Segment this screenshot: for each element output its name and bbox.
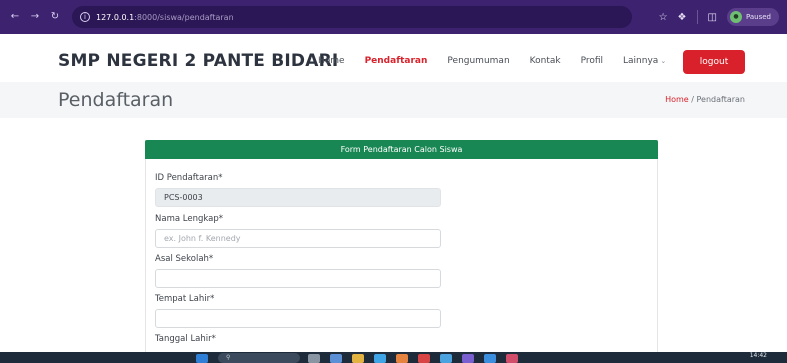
id-pendaftaran-label: ID Pendaftaran*: [155, 173, 223, 183]
browser-toolbar: ← → ↻ i 127.0.0.1:8000/siswa/pendaftaran…: [0, 0, 787, 34]
tempat-lahir-label: Tempat Lahir*: [155, 294, 215, 304]
breadcrumb-current: Pendaftaran: [696, 95, 746, 104]
form-header: Form Pendaftaran Calon Siswa: [145, 140, 658, 159]
url-path: :8000/siswa/pendaftaran: [134, 12, 234, 22]
taskbar-search[interactable]: ⚲: [218, 353, 300, 363]
start-menu-icon[interactable]: [196, 354, 208, 363]
toolbar-divider: [696, 10, 698, 24]
site-info-icon[interactable]: i: [80, 12, 90, 22]
app-icon[interactable]: [506, 354, 518, 363]
logout-button[interactable]: logout: [683, 50, 745, 74]
back-arrow-icon[interactable]: ←: [8, 10, 22, 24]
nama-lengkap-input[interactable]: [155, 229, 441, 248]
reload-icon[interactable]: ↻: [48, 10, 62, 24]
breadcrumb-separator: /: [691, 95, 694, 104]
page-title-bar: Pendaftaran Home / Pendaftaran: [0, 82, 787, 118]
browser-app-icon[interactable]: [462, 354, 474, 363]
site-header: SMP NEGERI 2 PANTE BIDARI Home Pendaftar…: [0, 40, 787, 86]
asal-sekolah-input[interactable]: [155, 269, 441, 288]
nav-pendaftaran[interactable]: Pendaftaran: [365, 56, 428, 66]
forward-arrow-icon[interactable]: →: [28, 10, 42, 24]
taskview-icon[interactable]: [308, 354, 320, 363]
page-title: Pendaftaran: [58, 89, 174, 111]
site-brand[interactable]: SMP NEGERI 2 PANTE BIDARI: [58, 51, 338, 71]
breadcrumb: Home / Pendaftaran: [665, 95, 745, 104]
os-taskbar: ⚲ 14:42: [0, 352, 787, 363]
app-icon[interactable]: [440, 354, 452, 363]
tempat-lahir-input[interactable]: [155, 309, 441, 328]
file-explorer-icon[interactable]: [352, 354, 364, 363]
profile-avatar-icon: ●: [729, 11, 742, 23]
nav-kontak[interactable]: Kontak: [530, 56, 561, 66]
chevron-down-icon: ⌄: [660, 57, 667, 65]
sidebar-toggle-icon[interactable]: ◫: [708, 12, 717, 23]
profile-paused-button[interactable]: ● Paused: [726, 8, 779, 26]
app-icon[interactable]: [374, 354, 386, 363]
nav-profil[interactable]: Profil: [581, 56, 603, 66]
breadcrumb-home-link[interactable]: Home: [665, 95, 689, 104]
app-icon[interactable]: [396, 354, 408, 363]
bookmark-star-icon[interactable]: ☆: [659, 12, 668, 23]
main-nav: Home Pendaftaran Pengumuman Kontak Profi…: [318, 56, 666, 66]
profile-status-label: Paused: [745, 13, 771, 21]
app-icon[interactable]: [418, 354, 430, 363]
taskbar-clock: 14:42: [749, 352, 767, 359]
nav-pengumuman[interactable]: Pengumuman: [447, 56, 509, 66]
address-bar[interactable]: i 127.0.0.1:8000/siswa/pendaftaran: [72, 6, 632, 28]
app-icon[interactable]: [330, 354, 342, 363]
nav-lainnya-dropdown[interactable]: Lainnya ⌄: [623, 56, 666, 66]
nav-lainnya-label: Lainnya: [623, 56, 659, 66]
app-icon[interactable]: [484, 354, 496, 363]
extensions-icon[interactable]: ❖: [678, 12, 687, 23]
browser-actions: ☆ ❖ ◫ ● Paused: [659, 8, 779, 26]
url-host: 127.0.0.1: [96, 12, 135, 22]
nav-home[interactable]: Home: [318, 56, 345, 66]
tanggal-lahir-label: Tanggal Lahir*: [155, 334, 216, 344]
asal-sekolah-label: Asal Sekolah*: [155, 254, 214, 264]
id-pendaftaran-field: PCS-0003: [155, 188, 441, 207]
nama-lengkap-label: Nama Lengkap*: [155, 214, 223, 224]
